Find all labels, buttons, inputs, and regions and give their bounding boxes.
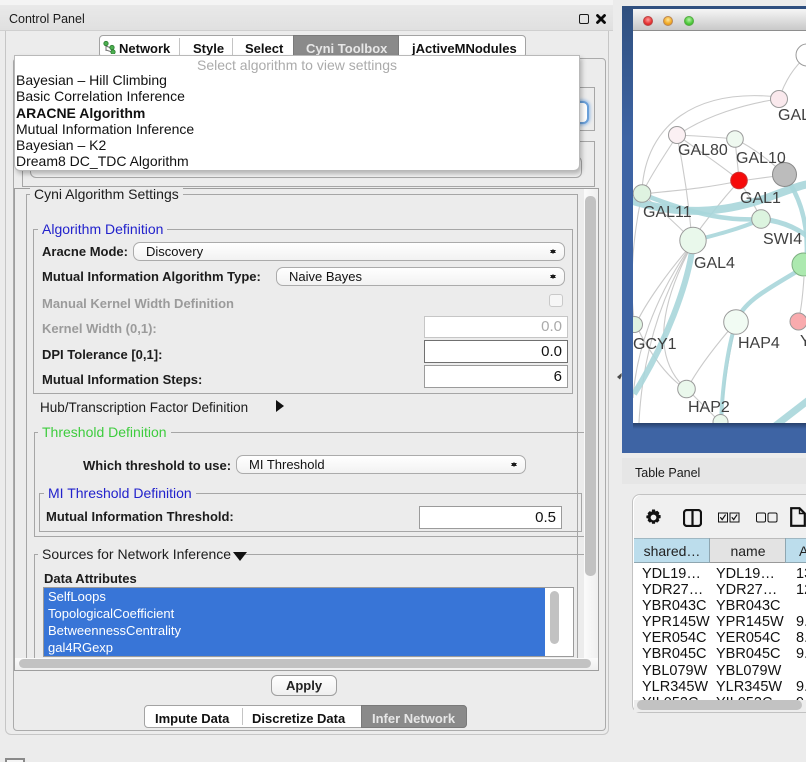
svg-text:GAL10: GAL10	[736, 150, 786, 167]
svg-text:GAL4: GAL4	[694, 255, 735, 272]
svg-text:GAL2: GAL2	[778, 107, 806, 124]
svg-text:GAL11: GAL11	[643, 204, 692, 221]
svg-text:GCY1: GCY1	[633, 336, 677, 353]
svg-text:Y: Y	[800, 333, 806, 350]
svg-text:GAL1: GAL1	[740, 190, 781, 207]
svg-text:SWI4: SWI4	[763, 231, 802, 248]
svg-text:HAP4: HAP4	[738, 335, 780, 352]
svg-text:HAP2: HAP2	[688, 399, 730, 416]
svg-text:GAL80: GAL80	[678, 142, 728, 159]
